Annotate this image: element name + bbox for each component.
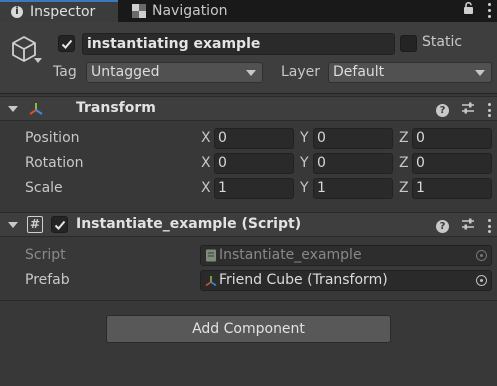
- transform-icon: [28, 101, 44, 121]
- kebab-icon[interactable]: [487, 103, 491, 117]
- script-field: Instantiate_example: [200, 245, 492, 266]
- static-checkbox[interactable]: [400, 35, 417, 52]
- menu-icon[interactable]: [488, 2, 491, 18]
- position-y-field[interactable]: 0: [313, 128, 393, 149]
- prefab-label: Prefab: [25, 272, 70, 288]
- scale-z-field[interactable]: 1: [412, 178, 492, 199]
- transform-header[interactable]: Transform ?: [0, 96, 497, 121]
- tag-label: Tag: [53, 64, 77, 80]
- rotation-z-axis[interactable]: Z: [399, 155, 409, 171]
- script-label: Script: [25, 247, 66, 263]
- layer-label: Layer: [281, 64, 321, 80]
- icon-dropdown-arrow[interactable]: [34, 58, 42, 63]
- layer-dropdown[interactable]: Default: [328, 62, 492, 83]
- tab-navigation-label: Navigation: [152, 3, 228, 19]
- foldout-arrow-icon[interactable]: [8, 106, 18, 112]
- rotation-z-field[interactable]: 0: [412, 153, 492, 174]
- tab-navigation[interactable]: Navigation: [128, 0, 228, 22]
- script-file-icon: [205, 249, 217, 262]
- tag-dropdown[interactable]: Untagged: [86, 62, 263, 83]
- position-z-field[interactable]: 0: [412, 128, 492, 149]
- chevron-down-icon: [246, 70, 256, 76]
- script-component-title: Instantiate_example (Script): [76, 216, 302, 232]
- rotation-y-axis[interactable]: Y: [300, 155, 309, 171]
- script-icon: #: [27, 216, 43, 233]
- script-enabled-checkbox[interactable]: [51, 216, 68, 233]
- scale-x-field[interactable]: 1: [214, 178, 294, 199]
- position-z-axis[interactable]: Z: [399, 130, 409, 146]
- script-component-header[interactable]: # Instantiate_example (Script) ?: [0, 212, 497, 237]
- scale-y-axis[interactable]: Y: [300, 180, 309, 196]
- rotation-x-field[interactable]: 0: [214, 153, 294, 174]
- info-icon: i: [10, 5, 24, 19]
- add-component-button[interactable]: Add Component: [106, 315, 391, 343]
- tab-inspector[interactable]: i Inspector: [0, 0, 118, 22]
- position-x-axis[interactable]: X: [201, 130, 211, 146]
- position-y-axis[interactable]: Y: [300, 130, 309, 146]
- presets-icon[interactable]: [461, 217, 475, 235]
- navigation-icon: [132, 4, 146, 18]
- script-value: Instantiate_example: [219, 247, 362, 263]
- active-checkbox[interactable]: [58, 35, 75, 52]
- scale-y-field[interactable]: 1: [313, 178, 393, 199]
- help-icon[interactable]: ?: [436, 103, 449, 117]
- position-x-field[interactable]: 0: [214, 128, 294, 149]
- tab-inspector-label: Inspector: [30, 4, 96, 20]
- rotation-y-field[interactable]: 0: [313, 153, 393, 174]
- scale-z-axis[interactable]: Z: [399, 180, 409, 196]
- rotation-x-axis[interactable]: X: [201, 155, 211, 171]
- divider: [0, 300, 497, 301]
- object-name-field[interactable]: instantiating example: [82, 33, 395, 55]
- prefab-value: Friend Cube (Transform): [219, 272, 388, 288]
- object-picker-icon: [471, 246, 491, 265]
- object-picker-icon[interactable]: [471, 271, 491, 290]
- transform-title: Transform: [76, 100, 156, 116]
- position-label: Position: [25, 130, 80, 146]
- layer-value: Default: [333, 64, 385, 80]
- prefab-field[interactable]: Friend Cube (Transform): [200, 270, 492, 291]
- scale-label: Scale: [25, 180, 63, 196]
- presets-icon[interactable]: [461, 101, 475, 119]
- scale-x-axis[interactable]: X: [201, 180, 211, 196]
- rotation-label: Rotation: [25, 155, 84, 171]
- tag-value: Untagged: [91, 64, 160, 80]
- help-icon[interactable]: ?: [436, 219, 449, 233]
- kebab-icon[interactable]: [487, 219, 491, 233]
- lock-icon[interactable]: [463, 1, 474, 18]
- object-header: instantiating example Static Tag Untagge…: [0, 22, 497, 94]
- transform-icon: [205, 274, 217, 287]
- static-label: Static: [422, 34, 463, 50]
- chevron-down-icon: [475, 70, 485, 76]
- foldout-arrow-icon[interactable]: [8, 222, 18, 228]
- tab-bar: i Inspector Navigation: [0, 0, 497, 22]
